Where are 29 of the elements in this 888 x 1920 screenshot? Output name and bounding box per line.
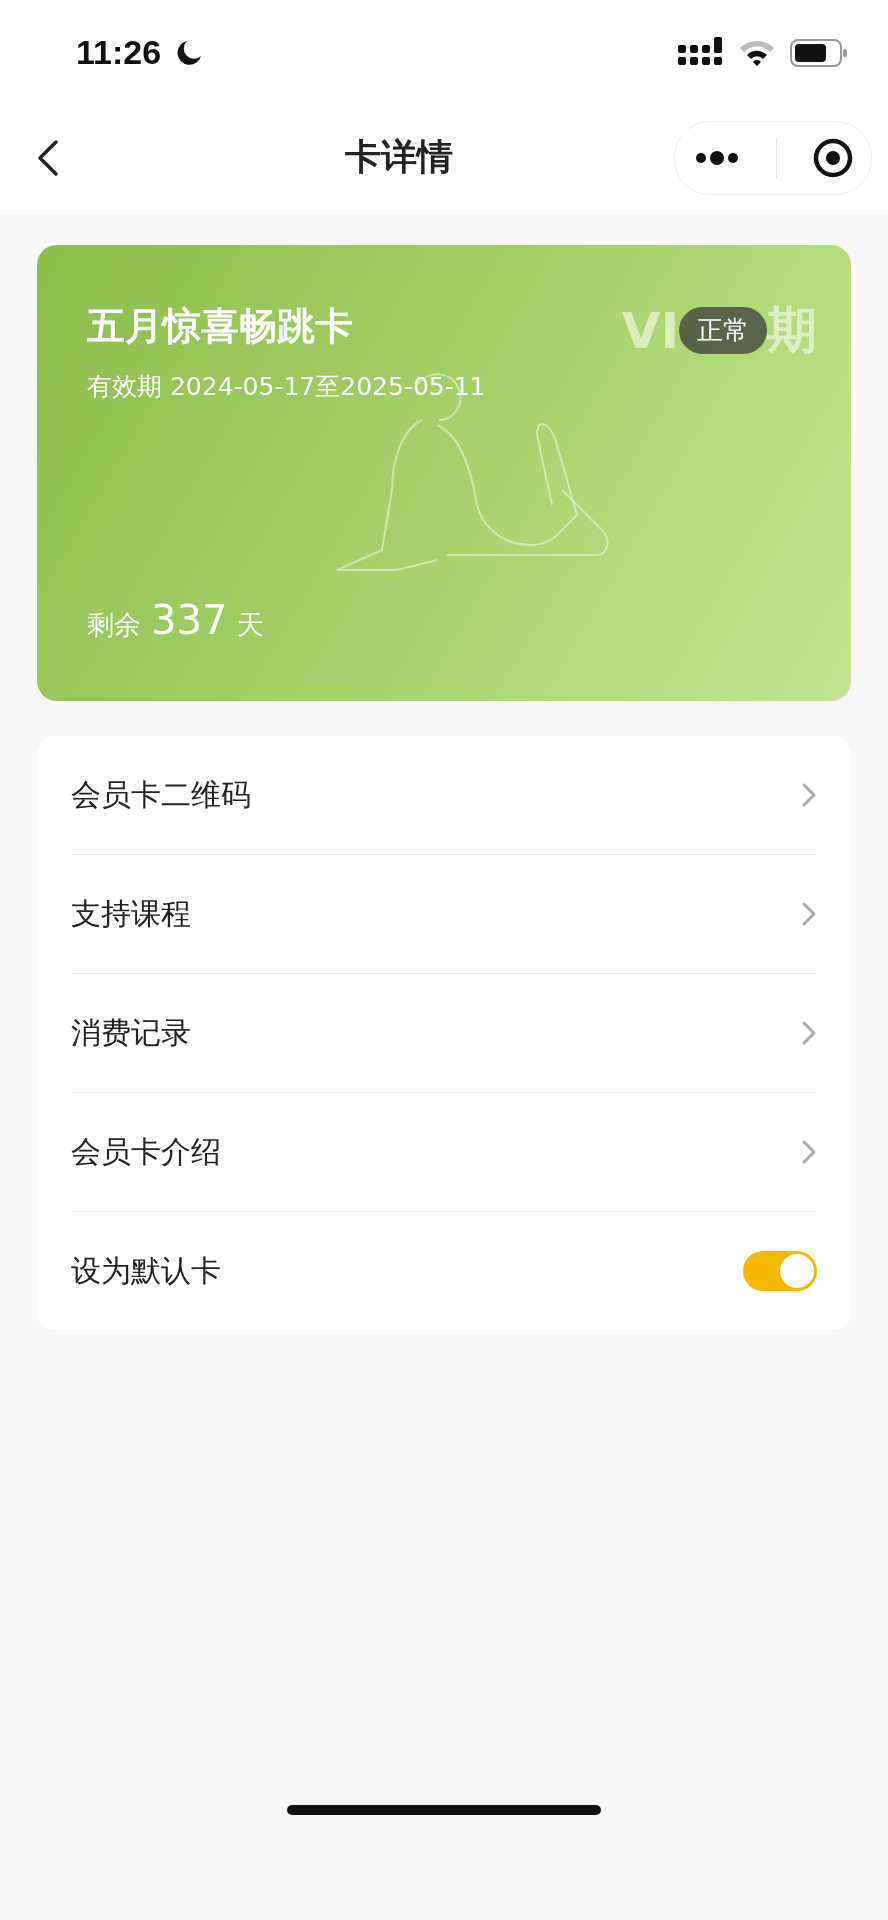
status-time: 11:26 (76, 33, 162, 72)
menu-item[interactable]: 会员卡介绍 (71, 1093, 817, 1212)
back-button[interactable] (36, 137, 60, 178)
card-name: 五月惊喜畅跳卡 (87, 303, 353, 350)
menu-label: 支持课程 (71, 894, 191, 933)
menu-label: 设为默认卡 (71, 1251, 221, 1290)
menu-label: 消费记录 (71, 1013, 191, 1052)
chevron-icon (801, 782, 817, 808)
card-validity: 有效期 2024-05-17至2025-05-11 (87, 371, 486, 403)
remaining-label: 剩余 (87, 608, 141, 642)
close-button[interactable] (811, 136, 854, 179)
chevron-icon (801, 1020, 817, 1046)
remaining-unit: 天 (237, 608, 265, 642)
chevron-icon (801, 1139, 817, 1165)
remaining-days: 337 (151, 597, 228, 643)
card-mark: VI (621, 301, 679, 360)
default-toggle[interactable] (743, 1251, 817, 1291)
menu-label: 会员卡二维码 (71, 775, 251, 814)
page-title: 卡详情 (345, 135, 453, 179)
menu-label: 会员卡介绍 (71, 1132, 221, 1171)
menu-item[interactable]: 会员卡二维码 (71, 736, 817, 855)
battery-icon (790, 38, 848, 67)
card-mark: 期 (767, 300, 817, 361)
chevron-icon (801, 901, 817, 927)
membership-card[interactable]: 五月惊喜畅跳卡 有效期 2024-05-17至2025-05-11 剩余 337 天 VI 正常 期 (37, 245, 851, 701)
moon-icon (175, 38, 204, 67)
menu-item[interactable]: 支持课程 (71, 855, 817, 974)
status-badge: 正常 (679, 307, 767, 354)
menu-item[interactable]: 消费记录 (71, 974, 817, 1093)
